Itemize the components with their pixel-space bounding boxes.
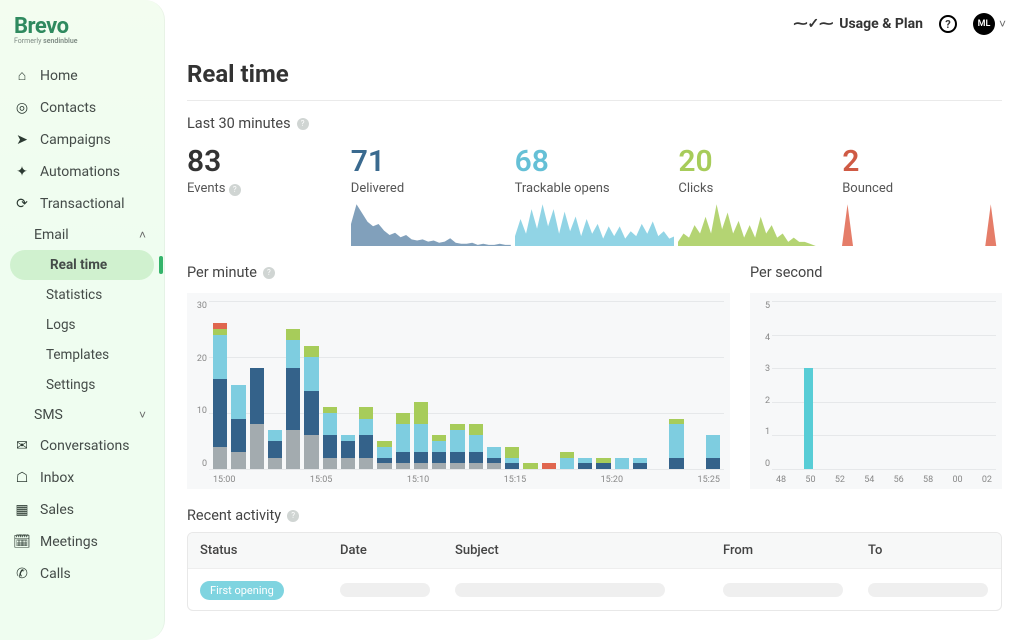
page-title: Real time <box>187 60 1002 88</box>
stat-clicks: 20 Clicks <box>678 144 838 196</box>
sidebar-sub-templates[interactable]: Templates <box>6 340 158 370</box>
calls-icon: ✆ <box>14 566 30 582</box>
table-header: Status Date Subject From To <box>188 533 1001 568</box>
sales-icon: ▦ <box>14 502 30 518</box>
sidebar-item-calls[interactable]: ✆Calls <box>6 558 158 590</box>
sidebar-item-inbox[interactable]: ☖Inbox <box>6 462 158 494</box>
home-icon: ⌂ <box>14 67 30 84</box>
table-row[interactable]: First opening <box>188 568 1001 610</box>
meetings-icon: 🗓︎ <box>14 534 30 550</box>
sidebar-sub-settings[interactable]: Settings <box>6 370 158 400</box>
sidebar-item-home[interactable]: ⌂Home <box>6 59 158 92</box>
main: ⁓✓⁓Usage & Plan ? ML ˅ Real time Last 30… <box>165 0 1024 640</box>
sidebar-item-conversations[interactable]: ✉Conversations <box>6 430 158 462</box>
chevron-down-icon: ˅ <box>139 408 146 422</box>
sidebar: Brevo Formerly sendinblue ⌂Home ◎Contact… <box>0 0 165 640</box>
topbar: ⁓✓⁓Usage & Plan ? ML ˅ <box>165 0 1024 48</box>
sidebar-sub-realtime[interactable]: Real time <box>10 250 154 280</box>
spark-opens <box>515 202 675 246</box>
stat-opens: 68 Trackable opens <box>515 144 675 196</box>
sidebar-item-campaigns[interactable]: ➤Campaigns <box>6 124 158 156</box>
charts-row: Per minute ? 3020100 15:0015:0515:1015:1… <box>187 264 1002 489</box>
spark-delivered <box>351 202 511 246</box>
divider <box>187 100 1002 101</box>
sidebar-item-sales[interactable]: ▦Sales <box>6 494 158 526</box>
brand-name: Brevo <box>14 14 150 39</box>
account-menu[interactable]: ML ˅ <box>973 13 1006 35</box>
stat-bounced: 2 Bounced <box>842 144 1002 196</box>
chart-area-minute: 3020100 15:0015:0515:1015:1515:2015:25 <box>187 293 730 489</box>
stat-events: 83 Events ? <box>187 144 347 196</box>
chevron-down-icon: ˅ <box>999 17 1006 31</box>
sidebar-item-meetings[interactable]: 🗓︎Meetings <box>6 526 158 558</box>
chart-area-second: 543210 4850525456580002 <box>750 293 1002 489</box>
stat-delivered: 71 Delivered <box>351 144 511 196</box>
sidebar-sub-logs[interactable]: Logs <box>6 310 158 340</box>
content: Real time Last 30 minutes? 83 Events ? 7… <box>165 48 1024 611</box>
status-badge: First opening <box>200 581 284 600</box>
automations-icon: ✦ <box>14 164 30 180</box>
campaigns-icon: ➤ <box>14 132 30 148</box>
contacts-icon: ◎ <box>14 100 30 116</box>
inbox-icon: ☖ <box>14 470 30 486</box>
usage-plan-button[interactable]: ⁓✓⁓Usage & Plan <box>794 16 923 32</box>
brand: Brevo Formerly sendinblue <box>0 10 164 53</box>
spark-clicks <box>678 202 838 246</box>
pulse-icon: ⁓✓⁓ <box>794 16 834 32</box>
sidebar-item-contacts[interactable]: ◎Contacts <box>6 92 158 124</box>
activity-table: Status Date Subject From To First openin… <box>187 532 1002 611</box>
chart-per-minute: Per minute ? 3020100 15:0015:0515:1015:1… <box>187 264 730 489</box>
chevron-up-icon: ˄ <box>139 228 146 242</box>
section-last30: Last 30 minutes? <box>187 115 1002 132</box>
spark-bounced <box>842 202 1002 246</box>
sidebar-item-transactional[interactable]: ⟳Transactional <box>6 188 158 220</box>
stats-row: 83 Events ? 71 Delivered 68 Trackable op… <box>187 138 1002 196</box>
nav: ⌂Home ◎Contacts ➤Campaigns ✦Automations … <box>0 53 164 590</box>
help-button[interactable]: ? <box>939 15 957 33</box>
brand-subtitle: Formerly sendinblue <box>14 37 150 45</box>
sparkline-row <box>187 202 1002 246</box>
help-icon[interactable]: ? <box>229 184 241 196</box>
help-icon[interactable]: ? <box>287 510 299 522</box>
conversations-icon: ✉ <box>14 438 30 454</box>
sidebar-item-automations[interactable]: ✦Automations <box>6 156 158 188</box>
chart-per-second: Per second 543210 4850525456580002 <box>750 264 1002 489</box>
help-icon[interactable]: ? <box>297 118 309 130</box>
transactional-icon: ⟳ <box>14 196 30 212</box>
avatar: ML <box>973 13 995 35</box>
sidebar-sub-statistics[interactable]: Statistics <box>6 280 158 310</box>
sidebar-sub-sms[interactable]: SMS˅ <box>6 400 158 430</box>
help-icon[interactable]: ? <box>263 267 275 279</box>
recent-activity: Recent activity ? Status Date Subject Fr… <box>187 507 1002 611</box>
sidebar-sub-email[interactable]: Email˄ <box>6 220 158 250</box>
